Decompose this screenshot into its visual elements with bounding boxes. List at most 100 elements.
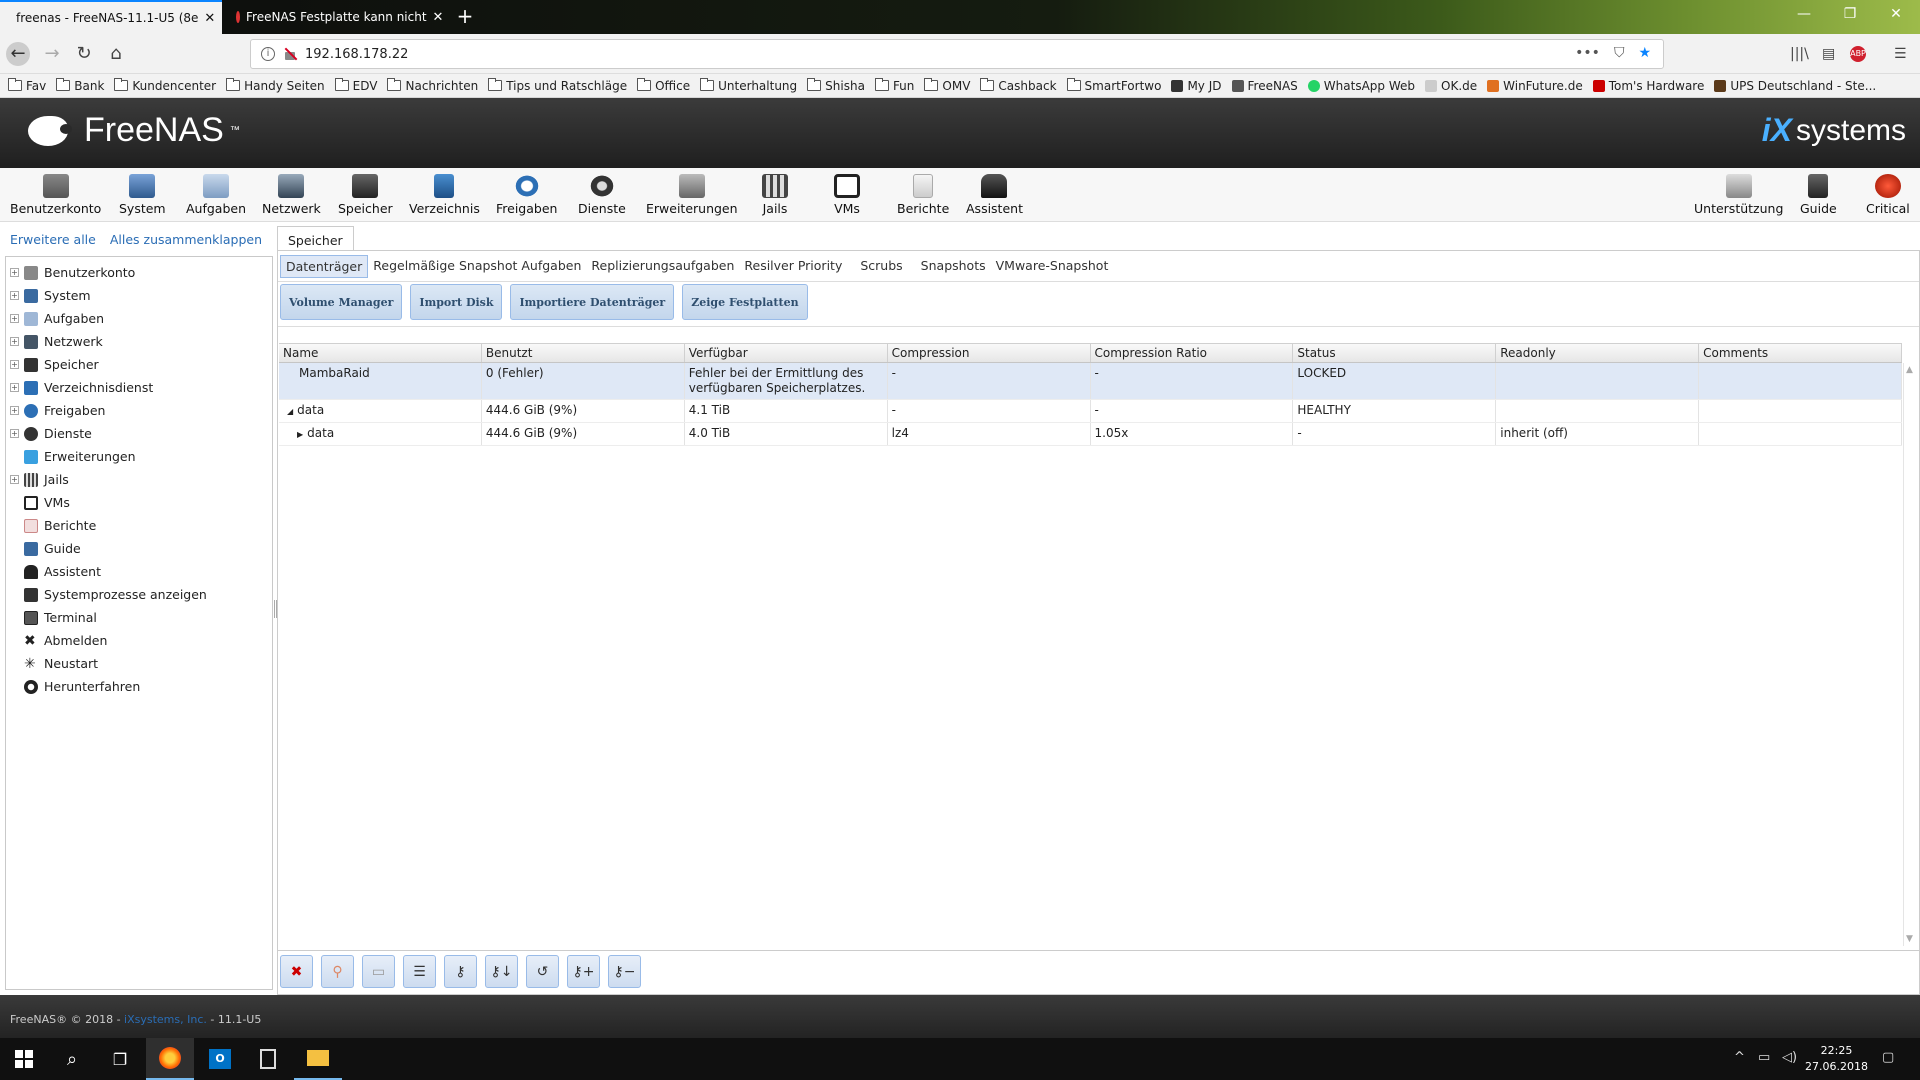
pocket-icon[interactable]: ⛉: [1614, 45, 1625, 61]
reload-icon[interactable]: ↻: [72, 42, 96, 66]
toolbar-assistent[interactable]: Assistent: [966, 174, 1023, 216]
tree-item-vms[interactable]: VMs: [6, 491, 272, 514]
new-tab-icon[interactable]: +: [452, 4, 478, 28]
tree-item-guide[interactable]: Guide: [6, 537, 272, 560]
bookmark-folder[interactable]: Fav: [8, 78, 46, 93]
tree-item-verzeichnisdienst[interactable]: + Verzeichnisdienst: [6, 376, 272, 399]
tray-expand-icon[interactable]: ^: [1734, 1050, 1745, 1065]
expand-arrow-icon[interactable]: ▶: [297, 430, 303, 439]
column-header[interactable]: Compression: [888, 344, 1091, 362]
toolbar-dienste[interactable]: Dienste: [578, 174, 626, 216]
bookmark-link[interactable]: Tom's Hardware: [1592, 79, 1704, 93]
bookmark-link[interactable]: OK.de: [1425, 79, 1477, 93]
tree-item-aufgaben[interactable]: + Aufgaben: [6, 307, 272, 330]
bookmark-link[interactable]: UPS Deutschland - Ste...: [1714, 79, 1876, 93]
adblock-icon[interactable]: ABP: [1850, 46, 1866, 62]
tab-speicher[interactable]: Speicher: [277, 226, 354, 250]
bookmark-folder[interactable]: EDV: [334, 78, 377, 93]
tree-item-system[interactable]: + System: [6, 284, 272, 307]
add-recovery-key-button[interactable]: ⚷+: [567, 955, 600, 988]
home-icon[interactable]: ⌂: [104, 42, 128, 66]
expand-icon[interactable]: +: [10, 475, 19, 484]
toolbar-berichte[interactable]: Berichte: [897, 174, 949, 216]
explorer-taskbar-button[interactable]: [294, 1038, 342, 1080]
toolbar-vms[interactable]: VMs: [834, 174, 860, 216]
expand-icon[interactable]: +: [10, 360, 19, 369]
bookmark-folder[interactable]: Cashback: [980, 78, 1057, 93]
forward-icon[interactable]: →: [40, 42, 64, 66]
tree-item-systemprozesse[interactable]: Systemprozesse anzeigen: [6, 583, 272, 606]
bookmark-folder[interactable]: Tips und Ratschläge: [488, 78, 627, 93]
tree-item-speicher[interactable]: + Speicher: [6, 353, 272, 376]
toolbar-guide[interactable]: Guide: [1800, 174, 1837, 216]
bookmark-folder[interactable]: Handy Seiten: [226, 78, 325, 93]
toolbar-jails[interactable]: Jails: [762, 174, 788, 216]
ixsystems-link[interactable]: iXsystems, Inc.: [124, 1013, 207, 1026]
restore-icon[interactable]: ❐: [1830, 6, 1870, 22]
volume-status-button[interactable]: ☰: [403, 955, 436, 988]
insecure-lock-icon[interactable]: [283, 47, 297, 61]
url-text[interactable]: 192.168.178.22: [305, 47, 408, 62]
collapse-arrow-icon[interactable]: ◢: [287, 407, 293, 416]
toolbar-critical[interactable]: Critical: [1866, 174, 1910, 216]
tree-item-netzwerk[interactable]: + Netzwerk: [6, 330, 272, 353]
expand-icon[interactable]: +: [10, 429, 19, 438]
expand-icon[interactable]: +: [10, 291, 19, 300]
bookmark-folder[interactable]: Office: [637, 78, 690, 93]
scroll-down-icon[interactable]: ▼: [1906, 934, 1913, 944]
close-tab-icon[interactable]: ✕: [204, 11, 215, 26]
calculator-taskbar-button[interactable]: [244, 1038, 292, 1080]
freenas-logo[interactable]: FreeNAS ™: [26, 110, 240, 150]
subtab-replication[interactable]: Replizierungsaufgaben: [586, 255, 739, 278]
bookmark-link[interactable]: WinFuture.de: [1487, 79, 1583, 93]
search-icon[interactable]: ⌕: [48, 1038, 96, 1080]
expand-icon[interactable]: +: [10, 406, 19, 415]
start-button[interactable]: [0, 1038, 48, 1080]
notifications-icon[interactable]: ▢: [1882, 1050, 1894, 1065]
network-tray-icon[interactable]: ▭: [1758, 1050, 1770, 1065]
expand-icon[interactable]: +: [10, 337, 19, 346]
info-icon[interactable]: i: [261, 47, 275, 61]
tree-item-freigaben[interactable]: + Freigaben: [6, 399, 272, 422]
expand-icon[interactable]: +: [10, 383, 19, 392]
remove-recovery-key-button[interactable]: ⚷−: [608, 955, 641, 988]
minimize-icon[interactable]: —: [1784, 6, 1824, 22]
back-icon[interactable]: ←: [6, 42, 30, 66]
tree-item-abmelden[interactable]: ✖ Abmelden: [6, 629, 272, 652]
toolbar-benutzerkonto[interactable]: Benutzerkonto: [10, 174, 101, 216]
collapse-all-link[interactable]: Alles zusammenklappen: [110, 232, 262, 247]
browser-tab-forum[interactable]: FreeNAS Festplatte kann nicht ✕: [226, 0, 448, 34]
firefox-taskbar-button[interactable]: [146, 1038, 194, 1080]
scroll-up-icon[interactable]: ▲: [1906, 365, 1913, 375]
bookmark-folder[interactable]: Kundencenter: [114, 78, 216, 93]
close-tab-icon[interactable]: ✕: [433, 10, 444, 25]
subtab-datentraeger[interactable]: Datenträger: [280, 255, 369, 278]
expand-all-link[interactable]: Erweitere alle: [10, 232, 96, 247]
table-row[interactable]: MambaRaid 0 (Fehler) Fehler bei der Ermi…: [279, 363, 1903, 400]
close-window-icon[interactable]: ✕: [1876, 6, 1916, 22]
toolbar-system[interactable]: System: [119, 174, 166, 216]
bookmark-link[interactable]: My JD: [1171, 79, 1222, 93]
bookmark-folder[interactable]: Shisha: [807, 78, 865, 93]
edit-options-button[interactable]: ▭: [362, 955, 395, 988]
toolbar-erweiterungen[interactable]: Erweiterungen: [646, 174, 738, 216]
bookmark-folder[interactable]: Bank: [56, 78, 104, 93]
toolbar-freigaben[interactable]: Freigaben: [496, 174, 557, 216]
subtab-snapshot-tasks[interactable]: Regelmäßige Snapshot Aufgaben: [368, 255, 586, 278]
view-disks-button[interactable]: Zeige Festplatten: [682, 284, 808, 320]
bookmark-link[interactable]: WhatsApp Web: [1307, 79, 1415, 93]
import-volume-button[interactable]: Importiere Datenträger: [510, 284, 675, 320]
subtab-resilver[interactable]: Resilver Priority: [739, 255, 847, 278]
tree-item-erweiterungen[interactable]: Erweiterungen: [6, 445, 272, 468]
bookmark-folder[interactable]: Nachrichten: [387, 78, 478, 93]
expand-icon[interactable]: +: [10, 268, 19, 277]
browser-tab-freenas[interactable]: freenas - FreeNAS-11.1-U5 (8e ✕: [0, 0, 222, 34]
import-disk-button[interactable]: Import Disk: [410, 284, 503, 320]
toolbar-unterstuetzung[interactable]: Unterstützung: [1694, 174, 1783, 216]
subtab-vmware-snapshot[interactable]: VMware-Snapshot: [991, 255, 1114, 278]
download-key-button[interactable]: ⚷↓: [485, 955, 518, 988]
rekey-button[interactable]: ↺: [526, 955, 559, 988]
tree-item-dienste[interactable]: + Dienste: [6, 422, 272, 445]
taskbar-clock[interactable]: 22:25 27.06.2018: [1805, 1043, 1868, 1075]
column-header[interactable]: Benutzt: [482, 344, 685, 362]
